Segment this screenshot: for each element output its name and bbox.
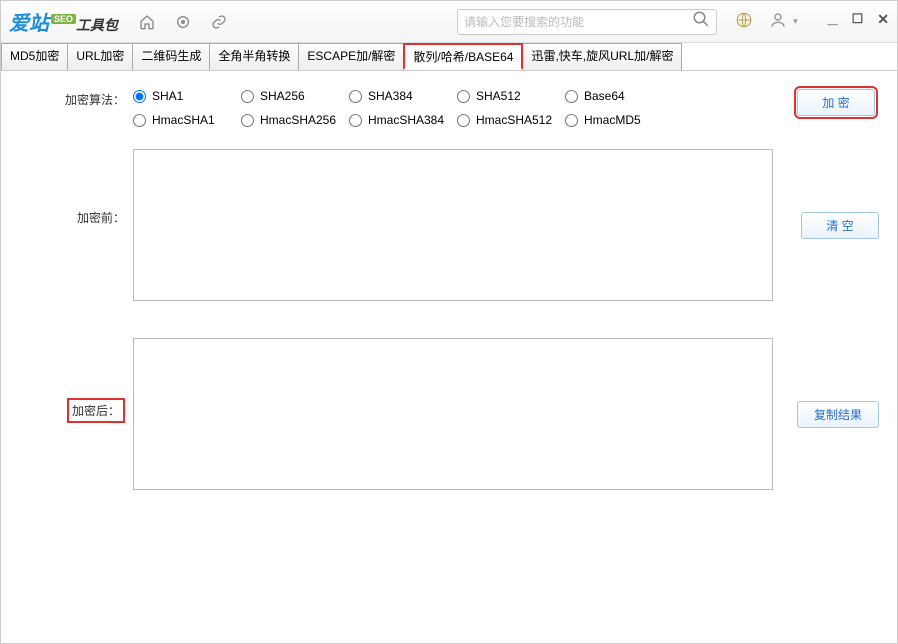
tab-thunder-url[interactable]: 迅雷,快车,旋风URL加/解密 [522, 43, 682, 70]
minimize-button[interactable]: _ [828, 7, 838, 28]
radio-sha384[interactable]: SHA384 [349, 89, 453, 103]
algorithm-row: 加密算法： SHA1 SHA256 SHA384 SHA512 Base64 H… [13, 89, 885, 127]
radio-label: SHA1 [152, 89, 183, 103]
radio-label: HmacSHA1 [152, 113, 215, 127]
radio-label: HmacSHA384 [368, 113, 444, 127]
radio-sha1[interactable]: SHA1 [133, 89, 237, 103]
before-row: 加密前： 清 空 [13, 149, 885, 304]
radio-sha256[interactable]: SHA256 [241, 89, 345, 103]
algorithm-line-2: HmacSHA1 HmacSHA256 HmacSHA384 HmacSHA51… [133, 113, 669, 127]
titlebar-icon-group [138, 13, 228, 31]
content-area: 加密算法： SHA1 SHA256 SHA384 SHA512 Base64 H… [1, 71, 897, 493]
radio-label: Base64 [584, 89, 625, 103]
close-button[interactable]: ✕ [877, 11, 889, 32]
after-textarea-wrap [133, 338, 785, 493]
radio-hmacsha384[interactable]: HmacSHA384 [349, 113, 453, 127]
dropdown-caret-icon[interactable]: ▾ [793, 16, 798, 27]
app-logo: 爱站SEO工具包 [9, 7, 118, 36]
target-icon[interactable] [174, 13, 192, 31]
titlebar: 爱站SEO工具包 ▾ _ ☐ ✕ [1, 1, 897, 43]
home-icon[interactable] [138, 13, 156, 31]
algorithm-radio-grid: SHA1 SHA256 SHA384 SHA512 Base64 HmacSHA… [133, 89, 669, 127]
before-textarea-wrap [133, 149, 789, 304]
radio-label: HmacSHA256 [260, 113, 336, 127]
after-label-col: 加密后： [13, 338, 133, 423]
after-side-col: 复制结果 [797, 338, 885, 490]
search-icon[interactable] [692, 10, 710, 33]
tab-hash-base64[interactable]: 散列/哈希/BASE64 [403, 43, 523, 70]
clear-button[interactable]: 清 空 [801, 212, 879, 239]
link-icon[interactable] [210, 13, 228, 31]
right-icon-group: ▾ _ ☐ ✕ [735, 11, 889, 32]
encrypt-button[interactable]: 加 密 [797, 89, 875, 116]
radio-label: SHA256 [260, 89, 305, 103]
user-icon[interactable] [769, 11, 787, 32]
radio-label: HmacSHA512 [476, 113, 552, 127]
radio-hmacsha512[interactable]: HmacSHA512 [457, 113, 561, 127]
after-row: 加密后： 复制结果 [13, 338, 885, 493]
tab-row: MD5加密 URL加密 二维码生成 全角半角转换 ESCAPE加/解密 散列/哈… [1, 43, 897, 71]
radio-base64[interactable]: Base64 [565, 89, 669, 103]
globe-icon[interactable] [735, 11, 753, 32]
logo-main: 爱站 [9, 7, 49, 36]
after-label: 加密后： [67, 398, 125, 423]
algorithm-line-1: SHA1 SHA256 SHA384 SHA512 Base64 [133, 89, 669, 103]
tab-qrcode[interactable]: 二维码生成 [132, 43, 210, 70]
radio-hmacsha256[interactable]: HmacSHA256 [241, 113, 345, 127]
window-controls: _ ☐ ✕ [828, 11, 889, 32]
logo-seo-badge: SEO [51, 14, 76, 24]
encrypt-button-col: 加 密 [797, 89, 885, 116]
radio-label: HmacMD5 [584, 113, 641, 127]
maximize-button[interactable]: ☐ [852, 11, 864, 32]
search-box[interactable] [457, 9, 717, 35]
tab-md5[interactable]: MD5加密 [1, 43, 68, 70]
tab-escape[interactable]: ESCAPE加/解密 [298, 43, 404, 70]
before-label: 加密前： [13, 149, 133, 226]
algorithm-label: 加密算法： [13, 89, 133, 108]
radio-label: SHA384 [368, 89, 413, 103]
search-input[interactable] [464, 15, 692, 29]
tab-fullhalf[interactable]: 全角半角转换 [209, 43, 299, 70]
radio-sha512[interactable]: SHA512 [457, 89, 561, 103]
before-textarea[interactable] [133, 149, 773, 301]
radio-hmacsha1[interactable]: HmacSHA1 [133, 113, 237, 127]
before-side-col: 清 空 [801, 149, 885, 301]
after-textarea[interactable] [133, 338, 773, 490]
radio-hmacmd5[interactable]: HmacMD5 [565, 113, 669, 127]
radio-label: SHA512 [476, 89, 521, 103]
copy-result-button[interactable]: 复制结果 [797, 401, 879, 428]
tab-url[interactable]: URL加密 [67, 43, 133, 70]
logo-sub: 工具包 [76, 15, 118, 35]
